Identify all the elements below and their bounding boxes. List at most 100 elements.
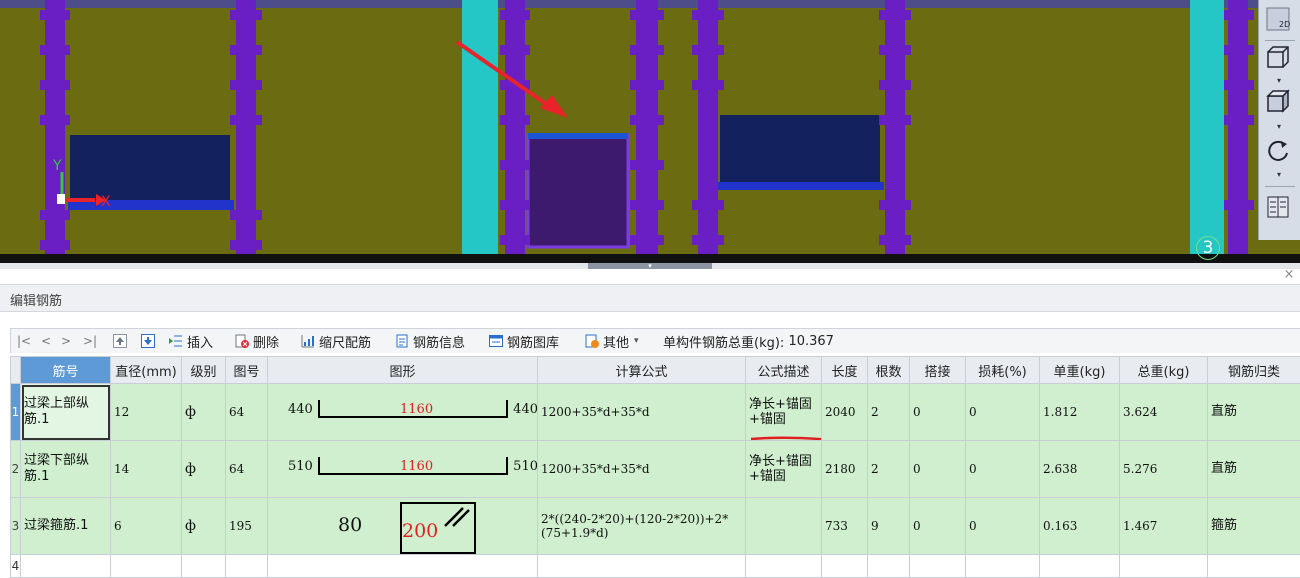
formula-cell[interactable]: 1200+35*d+35*d [538,441,746,498]
column-header[interactable]: 筋号 [21,357,111,384]
rebar-library-button[interactable]: 钢筋图库 [489,332,559,350]
diameter-cell[interactable]: 6 [111,498,182,555]
empty-cell[interactable] [1040,555,1120,578]
category-cell[interactable]: 箍筋 [1208,498,1300,555]
nav-first-button[interactable]: |< [17,332,31,350]
grade-cell[interactable]: ф [182,441,226,498]
column-header[interactable]: 根数 [868,357,910,384]
loss-cell[interactable]: 0 [966,498,1040,555]
nav-next-button[interactable]: > [61,332,71,350]
3d-scene[interactable]: Y X [0,0,1300,263]
shape-cell[interactable]: 80 200 [268,498,538,555]
unit-weight-cell[interactable]: 2.638 [1040,441,1120,498]
grade-cell[interactable]: ф [182,498,226,555]
rebar-name-cell[interactable]: 过梁下部纵筋.1 [21,441,111,498]
rebar-name-cell[interactable]: 过梁上部纵筋.1 [21,384,111,441]
count-cell[interactable]: 2 [868,384,910,441]
diameter-cell[interactable]: 12 [111,384,182,441]
total-weight-cell[interactable]: 1.467 [1120,498,1208,555]
formula-cell[interactable]: 2*((240-2*20)+(120-2*20))+2*(75+1.9*d) [538,498,746,555]
column-header[interactable]: 长度 [822,357,868,384]
empty-cell[interactable] [1120,555,1208,578]
count-cell[interactable]: 2 [868,441,910,498]
delete-button[interactable]: 删除 [235,332,279,350]
loss-cell[interactable]: 0 [966,441,1040,498]
other-dropdown[interactable]: 其他▾ [585,332,639,350]
table-row[interactable]: 3 过梁箍筋.1 6 ф 195 80 200 2*((240-2*20)+(1… [11,498,1300,555]
length-cell[interactable]: 733 [822,498,868,555]
empty-cell[interactable] [822,555,868,578]
figure-number-cell[interactable]: 64 [226,441,268,498]
lap-cell[interactable]: 0 [910,498,966,555]
column-header[interactable]: 图号 [226,357,268,384]
figure-number-cell[interactable]: 195 [226,498,268,555]
move-down-icon[interactable] [141,332,159,350]
length-cell[interactable]: 2180 [822,441,868,498]
shape-cell[interactable]: 510 1160 510 [268,441,538,498]
category-cell[interactable]: 直筋 [1208,384,1300,441]
column-header[interactable]: 损耗(%) [966,357,1040,384]
formula-description-cell[interactable]: 净长+锚固+锚固 [746,384,822,441]
formula-cell[interactable]: 1200+35*d+35*d [538,384,746,441]
column-header[interactable]: 图形 [268,357,538,384]
formula-description-cell[interactable]: 净长+锚固+锚固 [746,441,822,498]
table-row[interactable]: 2 过梁下部纵筋.1 14 ф 64 510 1160 510 1200+35*… [11,441,1300,498]
layout-icon[interactable] [1265,194,1295,224]
formula-description-cell[interactable] [746,498,822,555]
empty-cell[interactable] [868,555,910,578]
grade-cell[interactable]: ф [182,384,226,441]
rotate-icon[interactable] [1265,138,1295,168]
empty-cell[interactable] [111,555,182,578]
nav-last-button[interactable]: >| [83,332,97,350]
row-number[interactable]: 1 [11,384,21,441]
splitter-handle[interactable]: ▾ [588,263,712,269]
unit-weight-cell[interactable]: 1.812 [1040,384,1120,441]
row-number[interactable]: 2 [11,441,21,498]
column-header[interactable]: 总重(kg) [1120,357,1208,384]
length-cell[interactable]: 2040 [822,384,868,441]
empty-cell[interactable] [182,555,226,578]
empty-cell[interactable] [226,555,268,578]
lap-cell[interactable]: 0 [910,384,966,441]
rebar-name-cell[interactable]: 过梁箍筋.1 [21,498,111,555]
rebar-table: 筋号 直径(mm) 级别 图号 图形 计算公式 公式描述 长度 根数 搭接 损耗… [10,356,1300,578]
close-icon[interactable]: × [1282,268,1296,282]
shape-cell[interactable]: 440 1160 440 [268,384,538,441]
empty-cell[interactable] [746,555,822,578]
empty-cell[interactable] [910,555,966,578]
figure-number-cell[interactable]: 64 [226,384,268,441]
solid-cube-icon[interactable] [1265,88,1295,118]
wireframe-cube-icon[interactable] [1265,44,1295,74]
row-number[interactable]: 3 [11,498,21,555]
count-cell[interactable]: 9 [868,498,910,555]
scale-rebar-button[interactable]: 缩尺配筋 [301,332,371,350]
table-row[interactable]: 1 过梁上部纵筋.1 12 ф 64 440 1160 440 1200+35*… [11,384,1300,441]
rebar-info-button[interactable]: 钢筋信息 [395,332,465,350]
category-cell[interactable]: 直筋 [1208,441,1300,498]
row-number[interactable]: 4 [11,555,21,578]
column-header[interactable]: 单重(kg) [1040,357,1120,384]
column-header[interactable]: 级别 [182,357,226,384]
table-row-empty[interactable]: 4 [11,555,1300,578]
column-header[interactable]: 计算公式 [538,357,746,384]
loss-cell[interactable]: 0 [966,384,1040,441]
insert-button[interactable]: 插入 [169,332,213,350]
column-header[interactable]: 公式描述 [746,357,822,384]
empty-cell[interactable] [268,555,538,578]
move-up-icon[interactable] [113,332,131,350]
total-weight-cell[interactable]: 3.624 [1120,384,1208,441]
column-header[interactable]: 直径(mm) [111,357,182,384]
empty-cell[interactable] [1208,555,1300,578]
unit-weight-cell[interactable]: 0.163 [1040,498,1120,555]
lap-cell[interactable]: 0 [910,441,966,498]
empty-cell[interactable] [21,555,111,578]
total-weight-cell[interactable]: 5.276 [1120,441,1208,498]
column-header[interactable]: 钢筋归类 [1208,357,1300,384]
diameter-cell[interactable]: 14 [111,441,182,498]
nav-prev-button[interactable]: < [41,332,51,350]
column-header[interactable]: 搭接 [910,357,966,384]
empty-cell[interactable] [538,555,746,578]
2d-view-icon[interactable]: 2D [1265,6,1295,36]
3d-viewport[interactable]: Y X 3 2D ▾ ▾ ▾ [0,0,1300,263]
empty-cell[interactable] [966,555,1040,578]
